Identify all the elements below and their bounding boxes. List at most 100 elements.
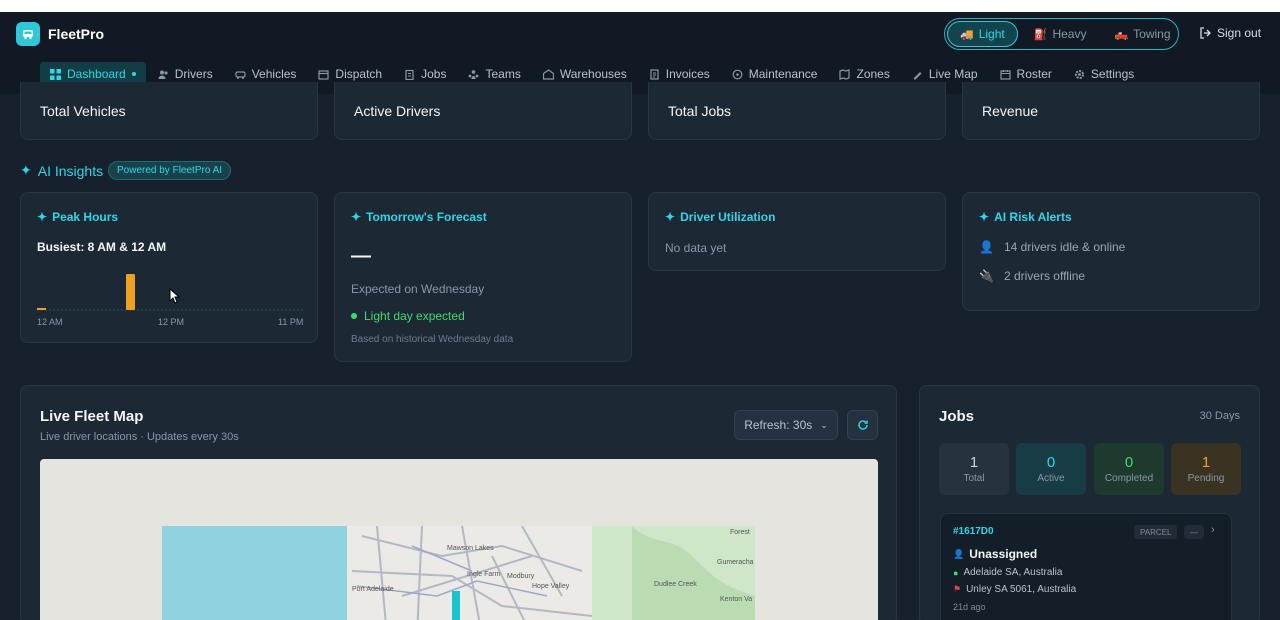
- fuel-icon: ⛽: [1033, 28, 1048, 41]
- green-status-dot: [351, 313, 357, 319]
- map-tile: Port Adelaide Mawson Lakes Ingle Farm Mo…: [162, 526, 755, 620]
- forecast-basis: Based on historical Wednesday data: [351, 334, 514, 345]
- map-label: Forest: [730, 529, 750, 536]
- jobs-stat-label: Completed: [1104, 473, 1154, 484]
- mode-heavy-label: Heavy: [1052, 27, 1087, 41]
- forecast-status-text: Light day expected: [364, 309, 465, 323]
- mode-towing-label: Towing: [1133, 27, 1171, 41]
- job-status-pill: —: [1184, 525, 1204, 539]
- map-icon: [839, 68, 851, 80]
- stat-label: Total Jobs: [668, 103, 732, 119]
- utilization-title-text: Driver Utilization: [680, 210, 776, 224]
- map-subtitle: Live driver locations · Updates every 30…: [40, 431, 239, 443]
- mode-towing[interactable]: 🛻 Towing: [1102, 21, 1182, 47]
- risk-title-text: AI Risk Alerts: [994, 210, 1072, 224]
- nav-vehicles-label: Vehicles: [251, 67, 297, 81]
- forecast-title-text: Tomorrow's Forecast: [366, 210, 487, 224]
- risk-title: ✦ AI Risk Alerts: [979, 210, 1072, 224]
- sparkle-icon: ✦: [665, 210, 676, 224]
- chevron-right-icon[interactable]: ›: [1211, 524, 1215, 536]
- vehicle-mode-switch: 🚚 Light ⛽ Heavy 🛻 Towing: [944, 18, 1179, 50]
- clipboard-icon: [405, 69, 414, 80]
- browser-top-strip: [0, 0, 1280, 12]
- pickup-pin-icon: ●: [953, 567, 959, 578]
- nav-live-map-label: Live Map: [928, 67, 978, 81]
- nav-dashboard-label: Dashboard: [67, 67, 126, 81]
- pin-icon: [913, 71, 922, 79]
- stat-label: Total Vehicles: [40, 103, 126, 119]
- peak-bar-hour-8: [126, 274, 135, 310]
- ai-insights-heading: ✦ AI Insights: [20, 162, 103, 179]
- warehouse-icon: [542, 68, 554, 80]
- nav-dispatch-label: Dispatch: [335, 67, 383, 81]
- sparkle-icon: ✦: [979, 210, 990, 224]
- utilization-title: ✦ Driver Utilization: [665, 210, 775, 224]
- nav-jobs-label: Jobs: [421, 67, 447, 81]
- invoice-icon: [650, 68, 659, 80]
- map-viewport[interactable]: Port Adelaide Mawson Lakes Ingle Farm Mo…: [40, 459, 878, 620]
- forecast-status: Light day expected: [351, 309, 465, 323]
- stat-card-total-jobs: Total Jobs: [648, 82, 946, 140]
- person-icon: 👤: [953, 548, 965, 559]
- wrench-icon: [732, 69, 743, 79]
- map-label: Kenton Va: [720, 596, 752, 603]
- stat-label: Revenue: [982, 103, 1039, 119]
- refresh-button[interactable]: [847, 410, 878, 440]
- peak-hours-title: ✦ Peak Hours: [37, 210, 118, 224]
- forecast-value: —: [351, 245, 371, 267]
- dropoff-flag-icon: ⚑: [953, 584, 962, 594]
- jobs-stat-value: 0: [1046, 454, 1056, 471]
- nav-teams-label: Teams: [485, 67, 521, 81]
- job-list-item[interactable]: #1617D0 PARCEL — › 👤 Unassigned ● Adelai…: [940, 513, 1232, 620]
- jobs-stat-pending[interactable]: 1 Pending: [1171, 443, 1241, 495]
- map-label: Ingle Farm: [467, 571, 501, 578]
- job-pickup: ● Adelaide SA, Australia: [953, 567, 1062, 578]
- job-assignee-text: Unassigned: [969, 547, 1038, 561]
- mouse-cursor-icon: [169, 288, 181, 304]
- stat-card-revenue: Revenue: [962, 82, 1260, 140]
- job-type-badge: PARCEL: [1134, 525, 1178, 539]
- map-label: Dudlee Creek: [654, 581, 697, 588]
- live-fleet-map-card: Live Fleet Map Live driver locations · U…: [20, 385, 897, 620]
- stat-card-active-drivers: Active Drivers: [334, 82, 632, 140]
- nav-zones-label: Zones: [856, 67, 890, 81]
- jobs-stat-value: 1: [1201, 454, 1211, 471]
- sign-out-button[interactable]: Sign out: [1199, 26, 1261, 40]
- axis-label-start: 12 AM: [37, 317, 63, 327]
- sparkle-icon: ✦: [20, 162, 32, 178]
- risk-alert-text: 2 drivers offline: [1003, 269, 1086, 283]
- calendar-icon: [999, 69, 1011, 80]
- mode-light[interactable]: 🚚 Light: [947, 21, 1018, 47]
- mode-heavy[interactable]: ⛽ Heavy: [1022, 21, 1099, 47]
- ai-powered-badge: Powered by FleetPro AI: [108, 161, 232, 180]
- jobs-stat-completed[interactable]: 0 Completed: [1094, 443, 1164, 495]
- busiest-hours: Busiest: 8 AM & 12 AM: [37, 240, 167, 254]
- truck-logo-icon: [16, 22, 40, 46]
- plug-icon: 🔌: [979, 269, 994, 283]
- sparkle-icon: ✦: [37, 210, 48, 224]
- jobs-title: Jobs: [939, 408, 975, 425]
- map-label: Hope Valley: [532, 583, 570, 590]
- jobs-stat-active[interactable]: 0 Active: [1016, 443, 1086, 495]
- jobs-card: Jobs 30 Days 1 Total 0 Active 0 Complete…: [919, 385, 1260, 620]
- peak-hours-card: ✦ Peak Hours Busiest: 8 AM & 12 AM 12 AM …: [20, 192, 318, 343]
- jobs-stat-value: 0: [1124, 454, 1134, 471]
- box-icon: [318, 69, 330, 80]
- refresh-interval-select[interactable]: Refresh: 30s ⌄: [734, 410, 838, 440]
- jobs-stat-total[interactable]: 1 Total: [939, 443, 1009, 495]
- app-logo[interactable]: FleetPro: [16, 22, 104, 46]
- chevron-down-icon: ⌄: [820, 419, 828, 430]
- driver-utilization-card: ✦ Driver Utilization No data yet: [648, 192, 946, 271]
- job-age: 21d ago: [953, 602, 986, 612]
- gear-icon: [1074, 69, 1084, 79]
- jobs-period: 30 Days: [1199, 410, 1240, 422]
- nav-drivers-label: Drivers: [174, 67, 213, 81]
- job-dropoff-text: Unley SA 5061, Australia: [966, 584, 1077, 595]
- refresh-interval-label: Refresh: 30s: [744, 418, 813, 432]
- map-label: Mawson Lakes: [447, 545, 494, 552]
- jobs-stat-label: Pending: [1187, 473, 1225, 484]
- map-label: Modbury: [507, 573, 535, 580]
- job-id: #1617D0: [953, 526, 994, 537]
- nav-maintenance-label: Maintenance: [748, 67, 818, 81]
- map-title: Live Fleet Map: [40, 408, 144, 425]
